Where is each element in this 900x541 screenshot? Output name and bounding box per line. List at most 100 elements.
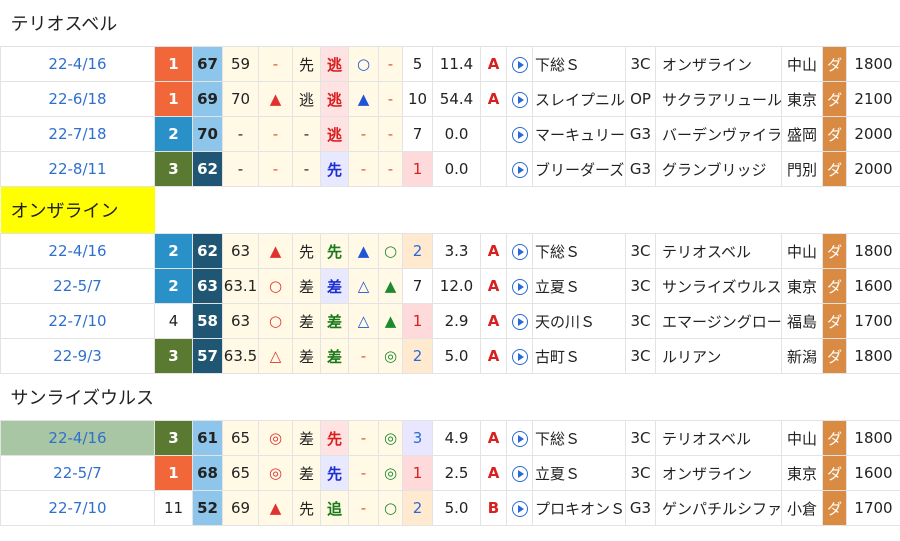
play-button[interactable] xyxy=(506,46,533,82)
horse-name[interactable]: オンザライン xyxy=(0,186,155,234)
play-icon[interactable] xyxy=(511,56,528,73)
mark-2: - xyxy=(348,116,379,152)
race-date-link[interactable]: 22-4/16 xyxy=(0,46,155,82)
speed-score: 68 xyxy=(192,455,223,491)
opponent-name[interactable]: テリオスベル xyxy=(655,233,782,269)
opponent-name[interactable]: オンザライン xyxy=(655,46,782,82)
race-date-link[interactable]: 22-7/10 xyxy=(0,303,155,339)
race-name[interactable]: ブリーダーズ xyxy=(532,151,626,187)
table-row: 22-4/16 3 61 65 ◎ 差先 - ◎ 3 4.9 A 下総Ｓ 3C テリオスベル 中山ダ 1800 xyxy=(0,420,900,456)
opponent-name[interactable]: ゲンパチルシファー xyxy=(655,490,782,526)
race-date-link[interactable]: 22-6/18 xyxy=(0,81,155,117)
opponent-name[interactable]: グランブリッジ xyxy=(655,151,782,187)
play-icon[interactable] xyxy=(511,465,528,482)
odds: 2.5 xyxy=(432,455,481,491)
opponent-name[interactable]: バーデンヴァイラー xyxy=(655,116,782,152)
play-button[interactable] xyxy=(506,151,533,187)
play-button[interactable] xyxy=(506,303,533,339)
opponent-name[interactable]: オンザライン xyxy=(655,455,782,491)
play-button[interactable] xyxy=(506,268,533,304)
race-date-link[interactable]: 22-7/18 xyxy=(0,116,155,152)
race-date-link[interactable]: 22-4/16 xyxy=(0,420,155,456)
table-row: 22-4/16 1 67 59- 先逃 ○ -5 11.4 A 下総Ｓ 3C オンザライン 中山ダ 180… xyxy=(0,46,900,82)
mark-1: ▲ xyxy=(258,81,293,117)
index-value: 65 xyxy=(222,420,259,456)
mark-2: △ xyxy=(348,268,379,304)
play-icon[interactable] xyxy=(511,278,528,295)
play-icon[interactable] xyxy=(511,500,528,517)
running-style: 先 xyxy=(320,420,349,456)
race-class: 3C xyxy=(625,268,656,304)
course: 東京 xyxy=(781,455,823,491)
play-button[interactable] xyxy=(506,420,533,456)
opponent-name[interactable]: テリオスベル xyxy=(655,420,782,456)
race-date-link[interactable]: 22-5/7 xyxy=(0,268,155,304)
race-date-link[interactable]: 22-5/7 xyxy=(0,455,155,491)
opponent-name[interactable]: サクラアリュール xyxy=(655,81,782,117)
play-icon[interactable] xyxy=(511,243,528,260)
running-style: 先 xyxy=(320,233,349,269)
index-value: 69 xyxy=(222,490,259,526)
play-button[interactable] xyxy=(506,338,533,374)
grade: A xyxy=(480,233,507,269)
race-date-link[interactable]: 22-9/3 xyxy=(0,338,155,374)
surface: ダ xyxy=(822,233,847,269)
course: 中山 xyxy=(781,420,823,456)
race-name[interactable]: 立夏Ｓ xyxy=(532,455,626,491)
race-class: G3 xyxy=(625,116,656,152)
race-name[interactable]: 古町Ｓ xyxy=(532,338,626,374)
table-row: 22-5/7 1 68 65 ◎ 差先 - ◎ 1 2.5 A 立夏Ｓ 3C オンザライン 東京ダ 1600 xyxy=(0,455,900,491)
race-name[interactable]: 立夏Ｓ xyxy=(532,268,626,304)
race-name[interactable]: プロキオンＳ xyxy=(532,490,626,526)
horse-name[interactable]: サンライズウルス xyxy=(0,373,155,421)
position: 先 xyxy=(292,233,321,269)
distance: 1800 xyxy=(846,420,900,456)
play-button[interactable] xyxy=(506,455,533,491)
speed-score: 69 xyxy=(192,81,223,117)
play-icon[interactable] xyxy=(511,313,528,330)
play-icon[interactable] xyxy=(511,91,528,108)
header-spacer xyxy=(154,0,900,47)
running-style: 先 xyxy=(320,151,349,187)
finish-rank: 3 xyxy=(154,420,193,456)
play-icon[interactable] xyxy=(511,126,528,143)
speed-score: 67 xyxy=(192,46,223,82)
race-date-link[interactable]: 22-4/16 xyxy=(0,233,155,269)
horse-name[interactable]: テリオスベル xyxy=(0,0,155,47)
race-date-link[interactable]: 22-8/11 xyxy=(0,151,155,187)
play-icon[interactable] xyxy=(511,430,528,447)
opponent-name[interactable]: エマージングロール xyxy=(655,303,782,339)
finish-rank: 1 xyxy=(154,46,193,82)
finish-rank: 11 xyxy=(154,490,193,526)
position: 差 xyxy=(292,338,321,374)
surface: ダ xyxy=(822,303,847,339)
popularity: 2 xyxy=(402,338,433,374)
index-value: 63 xyxy=(222,303,259,339)
race-date-link[interactable]: 22-7/10 xyxy=(0,490,155,526)
play-button[interactable] xyxy=(506,490,533,526)
play-button[interactable] xyxy=(506,116,533,152)
mark-3: - xyxy=(378,116,403,152)
opponent-name[interactable]: サンライズウルス xyxy=(655,268,782,304)
popularity: 3 xyxy=(402,420,433,456)
play-button[interactable] xyxy=(506,233,533,269)
course: 東京 xyxy=(781,81,823,117)
play-icon[interactable] xyxy=(511,161,528,178)
mark-3: - xyxy=(378,151,403,187)
play-icon[interactable] xyxy=(511,348,528,365)
mark-2: - xyxy=(348,151,379,187)
mark-1: - xyxy=(258,151,293,187)
race-name[interactable]: スレイプニル xyxy=(532,81,626,117)
race-name[interactable]: 下総Ｓ xyxy=(532,420,626,456)
race-name[interactable]: 天の川Ｓ xyxy=(532,303,626,339)
race-class: 3C xyxy=(625,455,656,491)
race-name[interactable]: 下総Ｓ xyxy=(532,233,626,269)
table-row: 22-7/10115269▲先追-○25.0B プロキオンＳG3ゲンパチルシファー… xyxy=(0,490,900,526)
opponent-name[interactable]: ルリアン xyxy=(655,338,782,374)
race-name[interactable]: 下総Ｓ xyxy=(532,46,626,82)
popularity: 7 xyxy=(402,116,433,152)
odds: 12.0 xyxy=(432,268,481,304)
play-button[interactable] xyxy=(506,81,533,117)
popularity: 2 xyxy=(402,490,433,526)
race-name[interactable]: マーキュリー xyxy=(532,116,626,152)
